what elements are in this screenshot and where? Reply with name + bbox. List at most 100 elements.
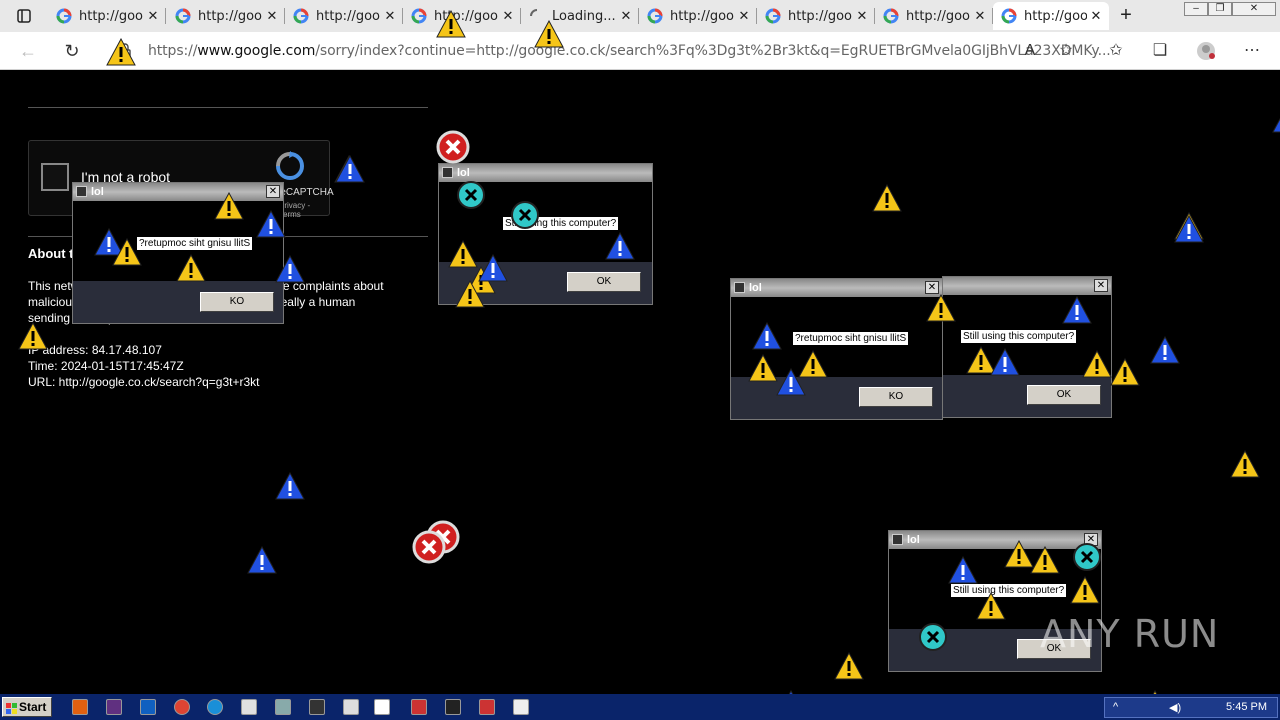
info-warning-icon bbox=[275, 254, 305, 288]
settings-more-icon[interactable]: ⋯ bbox=[1242, 41, 1262, 61]
browser-tab[interactable]: http://goo ✕ bbox=[167, 2, 285, 30]
system-tray: ^ ◀) 5:45 PM bbox=[1104, 697, 1278, 718]
address-bar: ← ↻ https://www.google.com/sorry/index?c… bbox=[0, 32, 1280, 70]
error-icon bbox=[510, 200, 540, 235]
profile-avatar[interactable] bbox=[1196, 41, 1216, 61]
dialog-title: lol bbox=[73, 183, 283, 201]
tab-close-icon[interactable]: ✕ bbox=[735, 9, 753, 24]
chrome-icon[interactable] bbox=[174, 699, 190, 715]
taskbar: Start ^ ◀) 5:45 PM bbox=[0, 694, 1280, 720]
dialog-button[interactable]: OK bbox=[1027, 385, 1101, 405]
reload-icon[interactable]: ↻ bbox=[60, 40, 84, 62]
captcha-checkbox[interactable] bbox=[41, 163, 69, 191]
player-icon[interactable] bbox=[140, 699, 156, 715]
tab-actions-icon[interactable] bbox=[14, 6, 34, 26]
google-icon bbox=[293, 8, 309, 24]
cmd-icon[interactable] bbox=[445, 699, 461, 715]
warning-icon bbox=[436, 9, 466, 43]
screen: http://goo ✕ http://goo ✕ http://goo ✕ http://… bbox=[0, 0, 1280, 720]
warning-icon bbox=[1070, 575, 1100, 609]
error-icon bbox=[412, 530, 446, 569]
warning-icon bbox=[1110, 357, 1140, 391]
back-arrow-icon[interactable]: ← bbox=[16, 40, 40, 62]
browser-tab[interactable]: http://goo ✕ bbox=[993, 2, 1109, 30]
browser-tab[interactable]: http://goo ✕ bbox=[757, 2, 875, 30]
document-icon[interactable] bbox=[343, 699, 359, 715]
dialog-message: ?retupmoc siht gnisu llitS bbox=[793, 332, 909, 345]
terminal-icon[interactable] bbox=[309, 699, 325, 715]
captcha-brand: reCAPTCHA bbox=[277, 187, 334, 198]
time-line: Time: 2024-01-15T17:45:47Z bbox=[28, 359, 184, 373]
window-red-icon[interactable] bbox=[479, 699, 495, 715]
browser-tab[interactable]: http://goo ✕ bbox=[285, 2, 403, 30]
anyrun-watermark: ANY RUN bbox=[1040, 612, 1220, 656]
warning-icon bbox=[18, 321, 48, 355]
error-icon bbox=[1072, 542, 1102, 577]
tab-close-icon[interactable]: ✕ bbox=[381, 9, 399, 24]
collections-icon[interactable]: ❏ bbox=[1150, 41, 1170, 61]
favorites-icon[interactable]: ✩ bbox=[1106, 41, 1126, 61]
maximize-button[interactable]: ❐ bbox=[1208, 2, 1232, 16]
firefox-icon[interactable] bbox=[72, 699, 88, 715]
info-warning-icon bbox=[1150, 335, 1180, 369]
tab-close-icon[interactable]: ✕ bbox=[971, 9, 989, 24]
tab-title: http://goo bbox=[316, 8, 380, 24]
tab-close-icon[interactable]: ✕ bbox=[263, 9, 281, 24]
omnibox[interactable]: https://www.google.com/sorry/index?conti… bbox=[104, 36, 1111, 66]
chevron-up-icon[interactable]: ^ bbox=[1113, 701, 1118, 713]
error-icon bbox=[918, 622, 948, 657]
info-warning-icon bbox=[1272, 105, 1280, 138]
error-icon bbox=[436, 130, 470, 169]
browser-tab[interactable]: http://goo ✕ bbox=[875, 2, 993, 30]
warning-icon bbox=[214, 191, 244, 225]
window-icon bbox=[892, 534, 903, 545]
window-icon bbox=[76, 186, 87, 197]
window-close-button[interactable]: ✕ bbox=[1232, 2, 1276, 16]
warning-icon bbox=[926, 293, 956, 327]
calculator-icon[interactable] bbox=[374, 699, 390, 715]
dialog-button[interactable]: KO bbox=[859, 387, 933, 407]
window-icon bbox=[734, 282, 745, 293]
dialog-close-button[interactable]: ✕ bbox=[266, 185, 280, 198]
dialog-close-button[interactable]: ✕ bbox=[1094, 279, 1108, 292]
minimize-button[interactable]: – bbox=[1184, 2, 1208, 16]
tab-title: http://goo bbox=[670, 8, 734, 24]
tab-title: http://goo bbox=[906, 8, 970, 24]
tab-close-icon[interactable]: ✕ bbox=[853, 9, 871, 24]
captcha-links[interactable]: Privacy - Terms bbox=[279, 201, 329, 219]
speaker-icon[interactable]: ◀) bbox=[1169, 701, 1181, 714]
monitor-icon[interactable] bbox=[275, 699, 291, 715]
paint-icon[interactable] bbox=[513, 699, 529, 715]
warning-icon bbox=[976, 591, 1006, 625]
tab-close-icon[interactable]: ✕ bbox=[1087, 9, 1105, 24]
add-favorite-icon[interactable]: ☆ bbox=[1056, 41, 1076, 61]
dialog-message: Still using this computer? bbox=[961, 330, 1077, 343]
google-icon bbox=[647, 8, 663, 24]
error-icon bbox=[456, 180, 486, 215]
read-aloud-icon[interactable]: A bbox=[1020, 41, 1040, 61]
tab-close-icon[interactable]: ✕ bbox=[499, 9, 517, 24]
info-warning-icon bbox=[1062, 295, 1092, 329]
tab-close-icon[interactable]: ✕ bbox=[144, 9, 162, 24]
warning-icon bbox=[1230, 449, 1260, 483]
dialog-button[interactable]: OK bbox=[567, 272, 641, 292]
google-icon bbox=[56, 8, 72, 24]
info-warning-icon bbox=[1174, 214, 1204, 248]
browser-tab[interactable]: http://goo ✕ bbox=[639, 2, 757, 30]
tab-title: http://goo bbox=[198, 8, 262, 24]
window-red-icon[interactable] bbox=[411, 699, 427, 715]
browser-tab[interactable]: http://goo ✕ bbox=[48, 2, 166, 30]
info-warning-icon bbox=[335, 154, 365, 188]
start-button[interactable]: Start bbox=[2, 697, 52, 717]
info-warning-icon bbox=[752, 321, 782, 355]
dialog-button[interactable]: KO bbox=[200, 292, 274, 312]
notepad-icon[interactable] bbox=[241, 699, 257, 715]
dialog-title: lol bbox=[731, 279, 942, 297]
windows-logo-icon bbox=[6, 701, 17, 714]
tab-close-icon[interactable]: ✕ bbox=[617, 9, 635, 24]
media-icon[interactable] bbox=[106, 699, 122, 715]
new-tab-button[interactable]: + bbox=[1116, 5, 1136, 26]
dialog-close-button[interactable]: ✕ bbox=[925, 281, 939, 294]
google-icon bbox=[883, 8, 899, 24]
edge-icon[interactable] bbox=[207, 699, 223, 715]
